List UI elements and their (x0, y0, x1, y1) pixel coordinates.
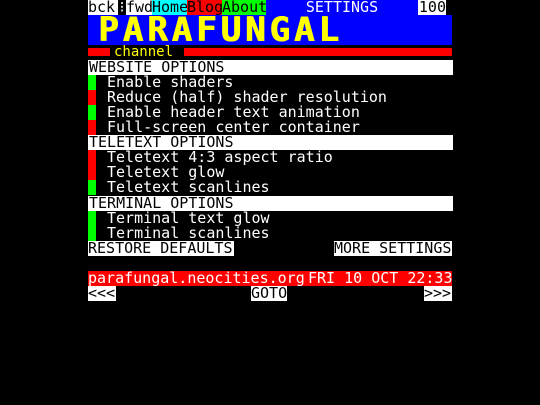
option-label: Teletext scanlines (107, 180, 270, 195)
option-enable-shaders[interactable]: Enable shaders (88, 75, 452, 90)
toggle-indicator[interactable] (88, 120, 96, 135)
option-label: Enable shaders (107, 75, 234, 90)
goto-button[interactable]: GOTO (251, 286, 287, 301)
option-teletext-scanlines[interactable]: Teletext scanlines (88, 180, 452, 195)
option-label: Teletext glow (107, 165, 225, 180)
prev-page-button[interactable]: <<< (88, 286, 116, 301)
more-settings-button[interactable]: MORE SETTINGS (334, 241, 452, 256)
toggle-indicator[interactable] (88, 75, 96, 90)
option-terminal-scanlines[interactable]: Terminal scanlines (88, 226, 452, 241)
toggle-indicator[interactable] (88, 150, 96, 165)
underline-left (88, 48, 110, 56)
status-bar: parafungal.neocities.org FRI 10 OCT 22:33 (88, 271, 452, 286)
option-label: Terminal text glow (107, 211, 270, 226)
restore-defaults-button[interactable]: RESTORE DEFAULTS (88, 241, 234, 256)
footer-buttons: RESTORE DEFAULTS MORE SETTINGS (88, 241, 452, 256)
logo-subtitle: channel (114, 44, 174, 60)
pager: <<< GOTO >>> (88, 286, 452, 301)
section-header-terminal: TERMINAL OPTIONS (88, 196, 453, 211)
next-page-button[interactable]: >>> (424, 286, 452, 301)
page-number: 100 (418, 0, 446, 15)
section-header-website: WEBSITE OPTIONS (88, 60, 453, 75)
option-teletext-aspect[interactable]: Teletext 4:3 aspect ratio (88, 150, 452, 165)
toggle-indicator[interactable] (88, 105, 96, 120)
toggle-indicator[interactable] (88, 226, 96, 241)
option-reduce-shader-resolution[interactable]: Reduce (half) shader resolution (88, 90, 452, 105)
option-terminal-glow[interactable]: Terminal text glow (88, 211, 452, 226)
option-label: Terminal scanlines (107, 226, 270, 241)
option-label: Enable header text animation (107, 105, 360, 120)
toggle-indicator[interactable] (88, 180, 96, 195)
toggle-indicator[interactable] (88, 90, 96, 105)
option-label: Full-screen center container (107, 120, 360, 135)
teletext-screen: bck ⁝ fwdHomeBlogAbout SETTINGS 100 PARAFUNG… (88, 0, 453, 405)
option-header-animation[interactable]: Enable header text animation (88, 105, 452, 120)
underline-right (184, 48, 452, 56)
clock: FRI 10 OCT 22:33 (308, 271, 452, 286)
section-header-teletext: TELETEXT OPTIONS (88, 135, 453, 150)
option-teletext-glow[interactable]: Teletext glow (88, 165, 452, 180)
toggle-indicator[interactable] (88, 165, 96, 180)
toggle-indicator[interactable] (88, 211, 96, 226)
site-url: parafungal.neocities.org (88, 271, 305, 286)
option-fullscreen-container[interactable]: Full-screen center container (88, 120, 452, 135)
option-label: Reduce (half) shader resolution (107, 90, 387, 105)
option-label: Teletext 4:3 aspect ratio (107, 150, 333, 165)
site-logo: PARAFUNGAL (98, 10, 343, 50)
